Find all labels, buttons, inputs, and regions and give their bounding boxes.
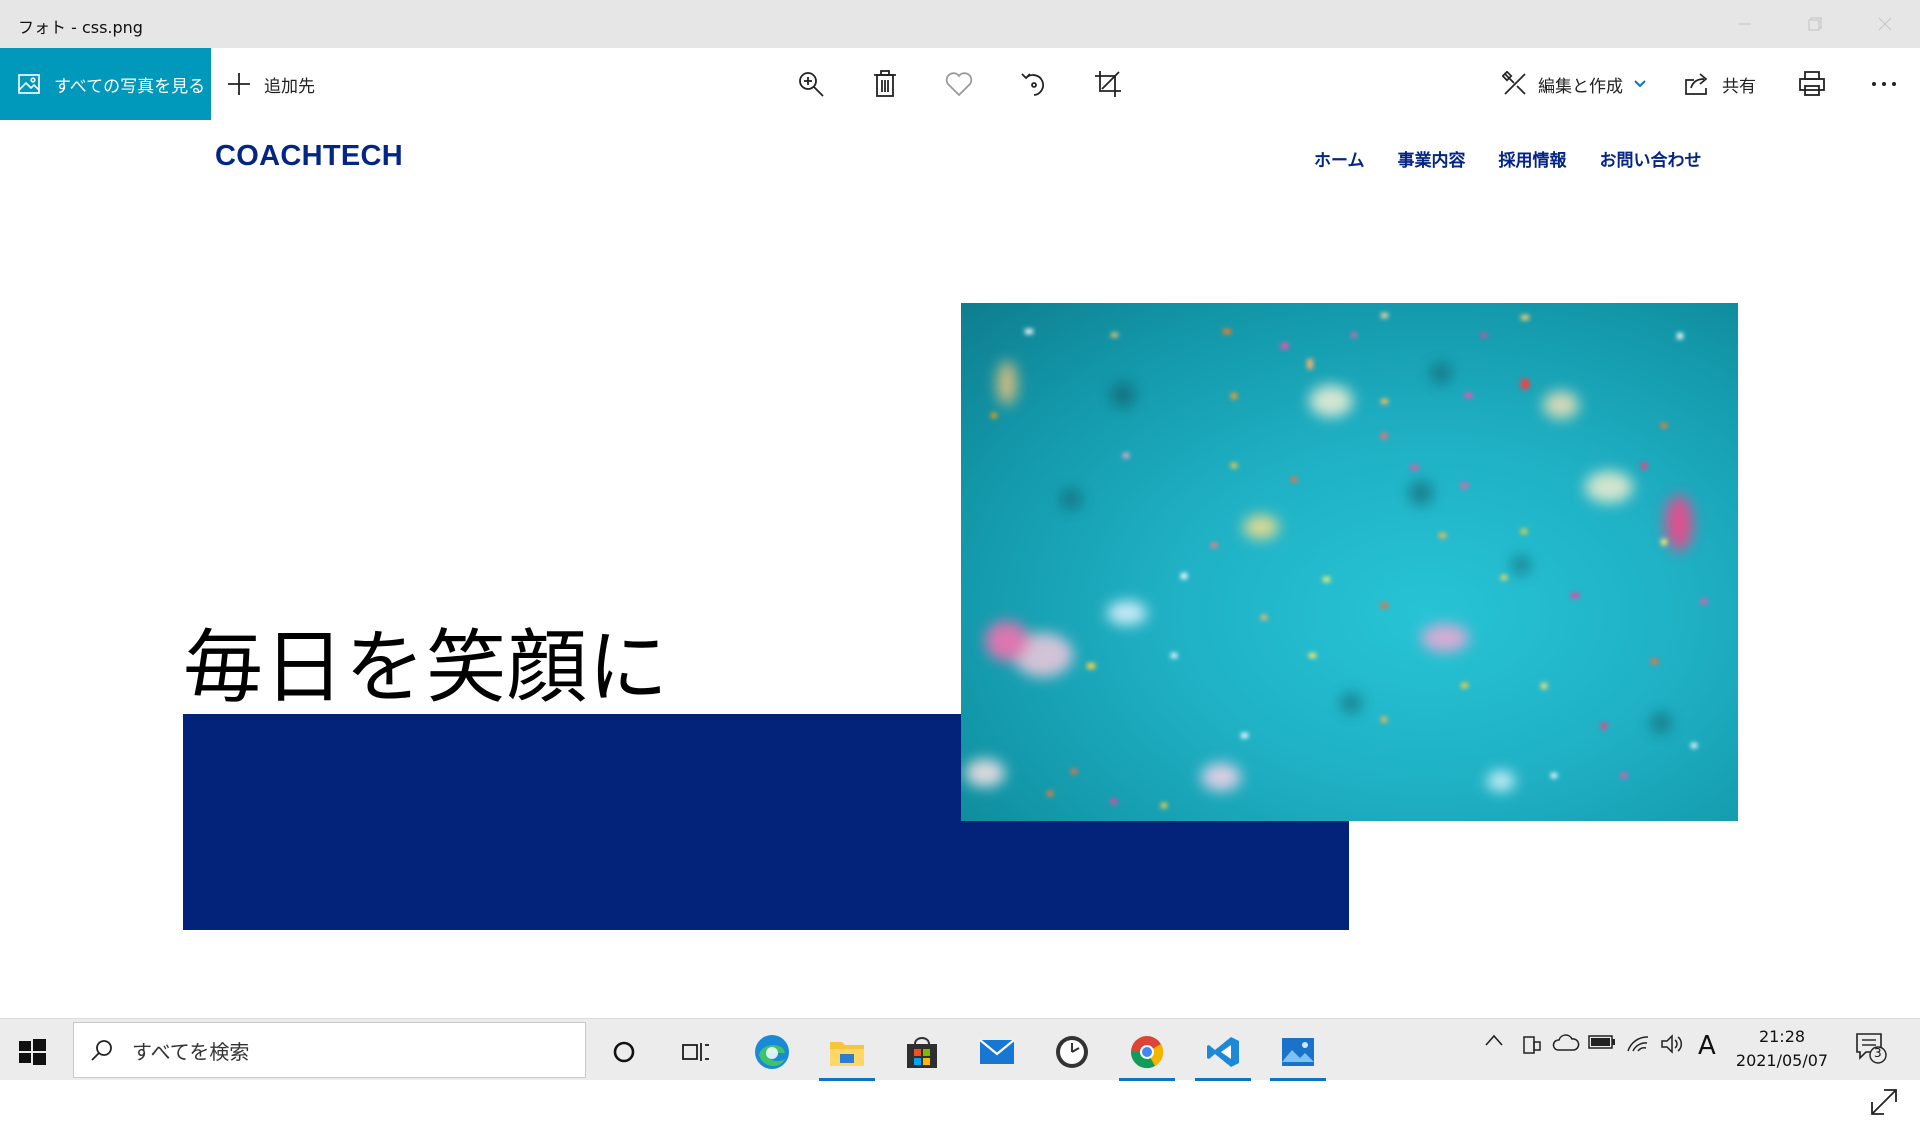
nav-home: ホーム [1314,151,1365,171]
notification-count: 3 [1874,1046,1882,1060]
more-icon [1872,82,1896,86]
chrome-icon [1130,1036,1164,1069]
alarms-clock-icon [1056,1036,1088,1068]
store-button[interactable] [892,1027,952,1077]
ime-indicator[interactable]: A [1698,1031,1716,1061]
clock-time: 21:28 [1758,1027,1806,1046]
zoom-button[interactable] [793,66,829,102]
cortana-icon [613,1041,635,1063]
crop-icon [1095,71,1121,97]
see-all-photos-label: すべての写真を見る [54,76,206,97]
task-view-button[interactable] [666,1027,726,1077]
vscode-icon [1207,1037,1239,1067]
edit-create-label: 編集と作成 [1538,76,1623,97]
file-explorer-icon [830,1042,864,1066]
windows-icon [19,1039,46,1065]
hero-heading: 毎日を笑顔に [183,621,669,714]
start-button[interactable] [16,1035,48,1067]
favorite-button[interactable] [941,66,977,102]
cortana-button[interactable] [594,1027,654,1077]
maximize-button[interactable] [1780,0,1850,48]
close-icon [1878,17,1892,31]
nav-contact: お問い合わせ [1599,151,1702,171]
alarms-clock-button[interactable] [1042,1027,1102,1077]
rotate-icon [1021,73,1044,96]
volume-button[interactable] [1660,1033,1684,1055]
delete-button[interactable] [867,66,903,102]
edge-icon [755,1035,789,1069]
taskbar-search[interactable]: すべてを検索 [73,1022,586,1078]
speaker-icon [1661,1034,1683,1054]
mail-icon [979,1039,1015,1064]
edit-icon [1502,71,1526,95]
heart-icon [945,72,973,97]
clock[interactable]: 21:28 2021/05/07 [1730,1025,1834,1073]
photo-toolbar: すべての写真を見る 追加先 編集と作成 共有 [0,48,1920,120]
zoom-in-icon [799,72,824,97]
taskbar: すべてを検索 A 21:28 2021/05/07 3 [0,1018,1920,1081]
chevron-up-icon [1485,1034,1503,1046]
fullscreen-button[interactable] [1868,1086,1900,1118]
edge-button[interactable] [742,1027,802,1077]
more-button[interactable] [1866,66,1902,102]
print-button[interactable] [1794,66,1830,102]
chevron-down-icon [1634,80,1646,88]
action-center-button[interactable]: 3 [1854,1031,1888,1065]
chrome-button[interactable] [1117,1027,1177,1081]
battery-button[interactable] [1588,1033,1616,1051]
share-label: 共有 [1722,76,1756,97]
onedrive-button[interactable] [1552,1033,1580,1053]
search-placeholder: すべてを検索 [132,1039,250,1064]
photos-button[interactable] [1268,1027,1328,1081]
plus-icon [228,73,250,95]
rotate-button[interactable] [1016,66,1052,102]
vscode-button[interactable] [1193,1027,1253,1081]
mail-button[interactable] [967,1027,1027,1077]
store-icon [907,1037,937,1068]
nav-business: 事業内容 [1397,151,1466,171]
crop-button[interactable] [1090,66,1126,102]
edit-create-button[interactable]: 編集と作成 [1502,48,1647,120]
wifi-button[interactable] [1626,1033,1650,1053]
search-icon [91,1040,112,1061]
confetti-photo [961,303,1738,821]
file-explorer-button[interactable] [817,1027,877,1081]
expand-icon [1871,1089,1897,1115]
notification-icon [1856,1033,1887,1064]
close-button[interactable] [1850,0,1920,48]
see-all-photos-button[interactable]: すべての写真を見る [0,48,211,120]
nav-recruit: 採用情報 [1498,151,1567,171]
task-view-icon [682,1043,709,1061]
confetti-image [965,313,1707,808]
trash-icon [874,70,896,97]
minimize-button[interactable] [1710,0,1780,48]
cloud-icon [1552,1034,1580,1051]
wifi-icon [1627,1036,1649,1052]
minimize-icon [1739,23,1751,25]
share-button[interactable]: 共有 [1684,48,1756,120]
site-nav: ホーム 事業内容 採用情報 お問い合わせ [1314,146,1735,171]
image-icon [18,74,40,94]
photo-viewer-canvas: COACHTECH ホーム 事業内容 採用情報 お問い合わせ 毎日を笑顔に [0,120,1920,1115]
photos-icon [1282,1038,1314,1066]
clock-date: 2021/05/07 [1735,1051,1829,1070]
add-to-button[interactable]: 追加先 [226,48,315,120]
add-to-label: 追加先 [264,76,315,97]
show-hidden-icons-button[interactable] [1484,1033,1504,1047]
device-icon [1523,1036,1541,1054]
tray-device-button[interactable] [1520,1033,1542,1057]
battery-icon [1588,1035,1615,1049]
title-bar: フォト - css.png [0,0,1920,48]
window-title: フォト - css.png [18,18,143,37]
site-logo: COACHTECH [215,140,403,172]
restore-icon [1808,17,1822,31]
share-icon [1685,73,1708,95]
printer-icon [1799,71,1825,96]
